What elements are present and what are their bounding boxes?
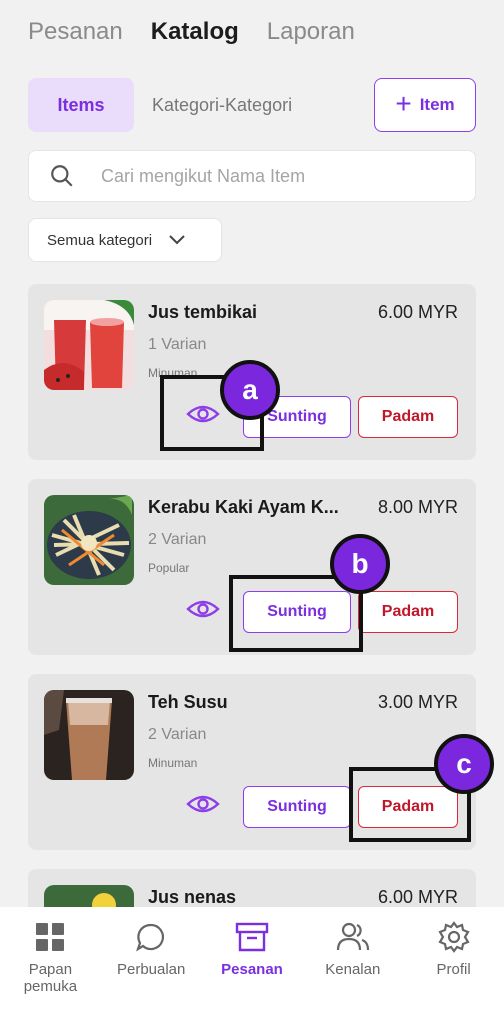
segment-items[interactable]: Items [28,78,134,132]
dashboard-icon [36,923,65,951]
item-price: 6.00 MYR [377,887,458,907]
nav-label: Papan pemuka [23,961,78,995]
bottom-nav: Papan pemuka Perbualan Pesanan Kenalan P… [0,907,504,1024]
item-name: Teh Susu [148,692,228,712]
item-name: Jus nenas [148,887,237,907]
nav-label: Pesanan [221,961,283,978]
nav-label: Kenalan [325,961,381,978]
callout-badge-a: a [220,360,280,420]
item-variants: 2 Varian [148,531,207,548]
callout-badge-b: b [330,534,390,594]
nav-profile[interactable]: Profil [404,921,504,1024]
search-input[interactable] [101,165,441,187]
nav-dashboard[interactable]: Papan pemuka [0,921,100,1024]
tab-laporan[interactable]: Laporan [267,18,355,46]
top-tabs: Pesanan Katalog Laporan [28,18,355,46]
delete-button[interactable]: Padam [358,591,458,633]
segment-categories[interactable]: Kategori-Kategori [152,78,292,132]
item-category: Popular [148,561,190,575]
category-filter[interactable]: Semua kategori [28,218,222,262]
item-price: 8.00 MYR [377,497,458,517]
archive-icon [235,922,269,952]
search-bar [28,150,476,202]
chevron-down-icon [169,235,185,245]
item-price: 3.00 MYR [377,692,458,712]
nav-chat[interactable]: Perbualan [101,921,201,1024]
gear-icon [437,921,470,953]
item-thumbnail [44,300,134,390]
add-item-label: Item [419,95,455,114]
add-item-button[interactable]: + Item [374,78,476,132]
eye-icon[interactable] [186,791,220,817]
delete-button[interactable]: Padam [358,396,458,438]
tab-katalog[interactable]: Katalog [151,18,239,46]
nav-label: Perbualan [116,961,186,978]
category-filter-value: Semua kategori [47,231,153,249]
item-thumbnail [44,495,134,585]
eye-icon[interactable] [186,596,220,622]
item-thumbnail [44,690,134,780]
item-variants: 2 Varian [148,726,207,743]
chat-icon [136,923,165,952]
search-icon [51,165,73,187]
nav-orders[interactable]: Pesanan [202,921,302,1024]
edit-button[interactable]: Sunting [243,786,351,828]
nav-contacts[interactable]: Kenalan [303,921,403,1024]
item-variants: 1 Varian [148,336,207,353]
contacts-icon [336,922,369,951]
callout-badge-c: c [434,734,494,794]
tab-pesanan[interactable]: Pesanan [28,18,123,46]
plus-icon: + [395,87,412,119]
item-name: Jus tembikai [148,302,258,322]
nav-label: Profil [436,961,471,978]
item-category: Minuman [148,756,198,770]
item-name: Kerabu Kaki Ayam K... [148,497,339,517]
item-price: 6.00 MYR [377,302,458,322]
